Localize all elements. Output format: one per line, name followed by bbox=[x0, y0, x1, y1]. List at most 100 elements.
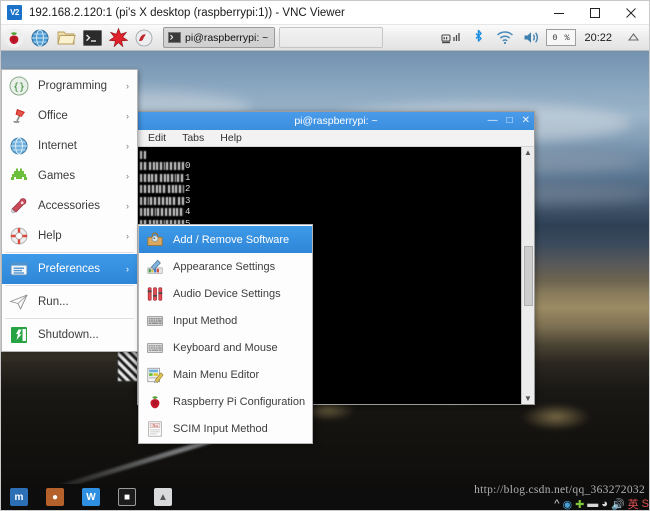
taskbar-app-icon-4[interactable]: ■ bbox=[109, 484, 145, 510]
taskbar-app-icon-2[interactable]: ● bbox=[37, 484, 73, 510]
taskbar-app-icon-wps[interactable]: W bbox=[73, 484, 109, 510]
terminal-menu-tabs[interactable]: Tabs bbox=[182, 132, 204, 144]
wifi-icon[interactable] bbox=[492, 25, 518, 51]
main-menu-item-label: Programming bbox=[38, 80, 108, 92]
main-menu-item-run[interactable]: Run... bbox=[2, 287, 137, 317]
taskbar-empty-slot[interactable] bbox=[279, 27, 383, 48]
cpu-usage-indicator[interactable]: 0 % bbox=[546, 29, 577, 46]
tray-chevron-icon[interactable]: ^ bbox=[554, 498, 559, 510]
tray-volume-icon[interactable]: 🔊 bbox=[611, 498, 625, 511]
chevron-right-icon: › bbox=[126, 111, 129, 121]
windows-tray-icons[interactable]: ^ ◉ ✚ ▬ ◕ 🔊 英 S bbox=[554, 496, 649, 510]
submenu-item-label: Appearance Settings bbox=[173, 260, 276, 273]
terminal-line: 1 bbox=[140, 172, 521, 184]
terminal-line: 2 bbox=[140, 184, 521, 196]
terminal-maximize-button[interactable]: □ bbox=[507, 116, 513, 126]
input-method-icon bbox=[145, 311, 165, 331]
tray-wifi-icon[interactable]: ◕ bbox=[601, 498, 608, 510]
wolfram-icon[interactable] bbox=[131, 25, 157, 51]
terminal-line-suffix: 2 bbox=[185, 184, 191, 195]
main-menu-popup[interactable]: {} Programming › Office › Internet › Games › … bbox=[1, 69, 138, 352]
submenu-item-raspberry-pi-configuration[interactable]: Raspberry Pi Configuration bbox=[139, 388, 312, 415]
obscured-text-block bbox=[157, 208, 164, 217]
chevron-right-icon: › bbox=[126, 264, 129, 274]
web-browser-icon[interactable] bbox=[27, 25, 53, 51]
terminal-icon[interactable] bbox=[79, 25, 105, 51]
submenu-item-input-method[interactable]: Input Method bbox=[139, 307, 312, 334]
help-icon bbox=[8, 225, 30, 247]
obscured-text-block bbox=[159, 185, 167, 194]
main-menu-item-games[interactable]: Games › bbox=[2, 161, 137, 191]
terminal-close-button[interactable]: ✕ bbox=[522, 116, 530, 126]
taskbar-window-button[interactable]: pi@raspberrypi: ~ bbox=[163, 27, 275, 48]
terminal-minimize-button[interactable]: — bbox=[488, 116, 498, 126]
maximize-button[interactable] bbox=[577, 1, 613, 25]
vnc-logo-icon: V2 bbox=[7, 5, 22, 20]
submenu-item-audio-device-settings[interactable]: Audio Device Settings bbox=[139, 280, 312, 307]
clock[interactable]: 20:22 bbox=[577, 32, 619, 44]
submenu-item-label: SCIM Input Method bbox=[173, 422, 268, 435]
ethernet-icon[interactable] bbox=[438, 25, 464, 51]
mathematica-icon[interactable] bbox=[105, 25, 131, 51]
office-icon bbox=[8, 105, 30, 127]
terminal-line: 3 bbox=[140, 195, 521, 207]
eject-icon[interactable] bbox=[620, 25, 646, 51]
submenu-item-label: Raspberry Pi Configuration bbox=[173, 395, 306, 408]
file-manager-icon[interactable] bbox=[53, 25, 79, 51]
obscured-text-block bbox=[174, 162, 184, 171]
terminal-menu-help[interactable]: Help bbox=[220, 132, 242, 144]
obscured-text-block bbox=[140, 185, 147, 194]
submenu-item-main-menu-editor[interactable]: Main Menu Editor bbox=[139, 361, 312, 388]
submenu-item-scim-input-method[interactable]: Xu SCIM Input Method bbox=[139, 415, 312, 442]
main-menu-item-office[interactable]: Office › bbox=[2, 101, 137, 131]
lxde-panel[interactable]: pi@raspberrypi: ~ 0 % 20:22 bbox=[1, 25, 649, 51]
preferences-icon bbox=[8, 258, 30, 280]
obscured-text-block bbox=[169, 196, 177, 205]
tray-plus-icon[interactable]: ✚ bbox=[575, 498, 584, 511]
taskbar-window-label: pi@raspberrypi: ~ bbox=[185, 31, 269, 44]
chevron-right-icon: › bbox=[126, 201, 129, 211]
preferences-submenu-popup[interactable]: Add / Remove Software Appearance Setting… bbox=[138, 224, 313, 444]
minimize-button[interactable] bbox=[541, 1, 577, 25]
taskbar-app-icon-1[interactable]: m bbox=[1, 484, 37, 510]
window-controls bbox=[541, 1, 649, 25]
tray-globe-icon[interactable]: ◉ bbox=[562, 498, 572, 511]
scroll-up-icon[interactable]: ▲ bbox=[524, 148, 532, 157]
terminal-scrollbar[interactable]: ▲ ▼ bbox=[521, 147, 534, 404]
submenu-item-appearance-settings[interactable]: Appearance Settings bbox=[139, 253, 312, 280]
scrollbar-thumb[interactable] bbox=[523, 245, 533, 306]
close-button[interactable] bbox=[613, 1, 649, 25]
obscured-text-block bbox=[140, 173, 150, 182]
bluetooth-icon[interactable] bbox=[465, 25, 491, 51]
main-menu-item-help[interactable]: Help › bbox=[2, 221, 137, 251]
terminal-menu-edit[interactable]: Edit bbox=[148, 132, 166, 144]
obscured-text-block bbox=[140, 196, 149, 205]
scroll-down-icon[interactable]: ▼ bbox=[524, 394, 532, 403]
tray-sogou-icon[interactable]: S bbox=[642, 498, 649, 510]
taskbar-app-icon-5[interactable]: ▲ bbox=[145, 484, 181, 510]
add-remove-software-icon bbox=[145, 230, 165, 250]
submenu-item-add-remove-software[interactable]: Add / Remove Software bbox=[139, 226, 312, 253]
shutdown-icon bbox=[8, 324, 30, 346]
submenu-item-label: Keyboard and Mouse bbox=[173, 341, 278, 354]
tray-ime-icon[interactable]: 英 bbox=[628, 496, 639, 510]
terminal-line-suffix: 3 bbox=[185, 195, 191, 206]
remote-desktop-area[interactable]: pi@raspberrypi: ~ — □ ✕ Edit Tabs Help 0… bbox=[1, 25, 649, 510]
volume-icon[interactable] bbox=[519, 25, 545, 51]
menu-separator bbox=[5, 318, 134, 319]
main-menu-item-internet[interactable]: Internet › bbox=[2, 131, 137, 161]
main-menu-item-accessories[interactable]: Accessories › bbox=[2, 191, 137, 221]
submenu-item-keyboard-and-mouse[interactable]: Keyboard and Mouse bbox=[139, 334, 312, 361]
obscured-text-block bbox=[166, 162, 173, 171]
main-menu-item-shutdown[interactable]: Shutdown... bbox=[2, 320, 137, 350]
chevron-right-icon: › bbox=[126, 171, 129, 181]
tray-battery-icon[interactable]: ▬ bbox=[587, 498, 598, 510]
obscured-text-block bbox=[177, 173, 184, 182]
obscured-text-block bbox=[156, 162, 165, 171]
obscured-text-block bbox=[150, 196, 157, 205]
raspberry-menu-icon[interactable] bbox=[1, 25, 27, 51]
menu-separator bbox=[5, 252, 134, 253]
main-menu-item-programming[interactable]: {} Programming › bbox=[2, 71, 137, 101]
main-menu-item-preferences[interactable]: Preferences › bbox=[2, 254, 137, 284]
keyboard-mouse-icon bbox=[145, 338, 165, 358]
